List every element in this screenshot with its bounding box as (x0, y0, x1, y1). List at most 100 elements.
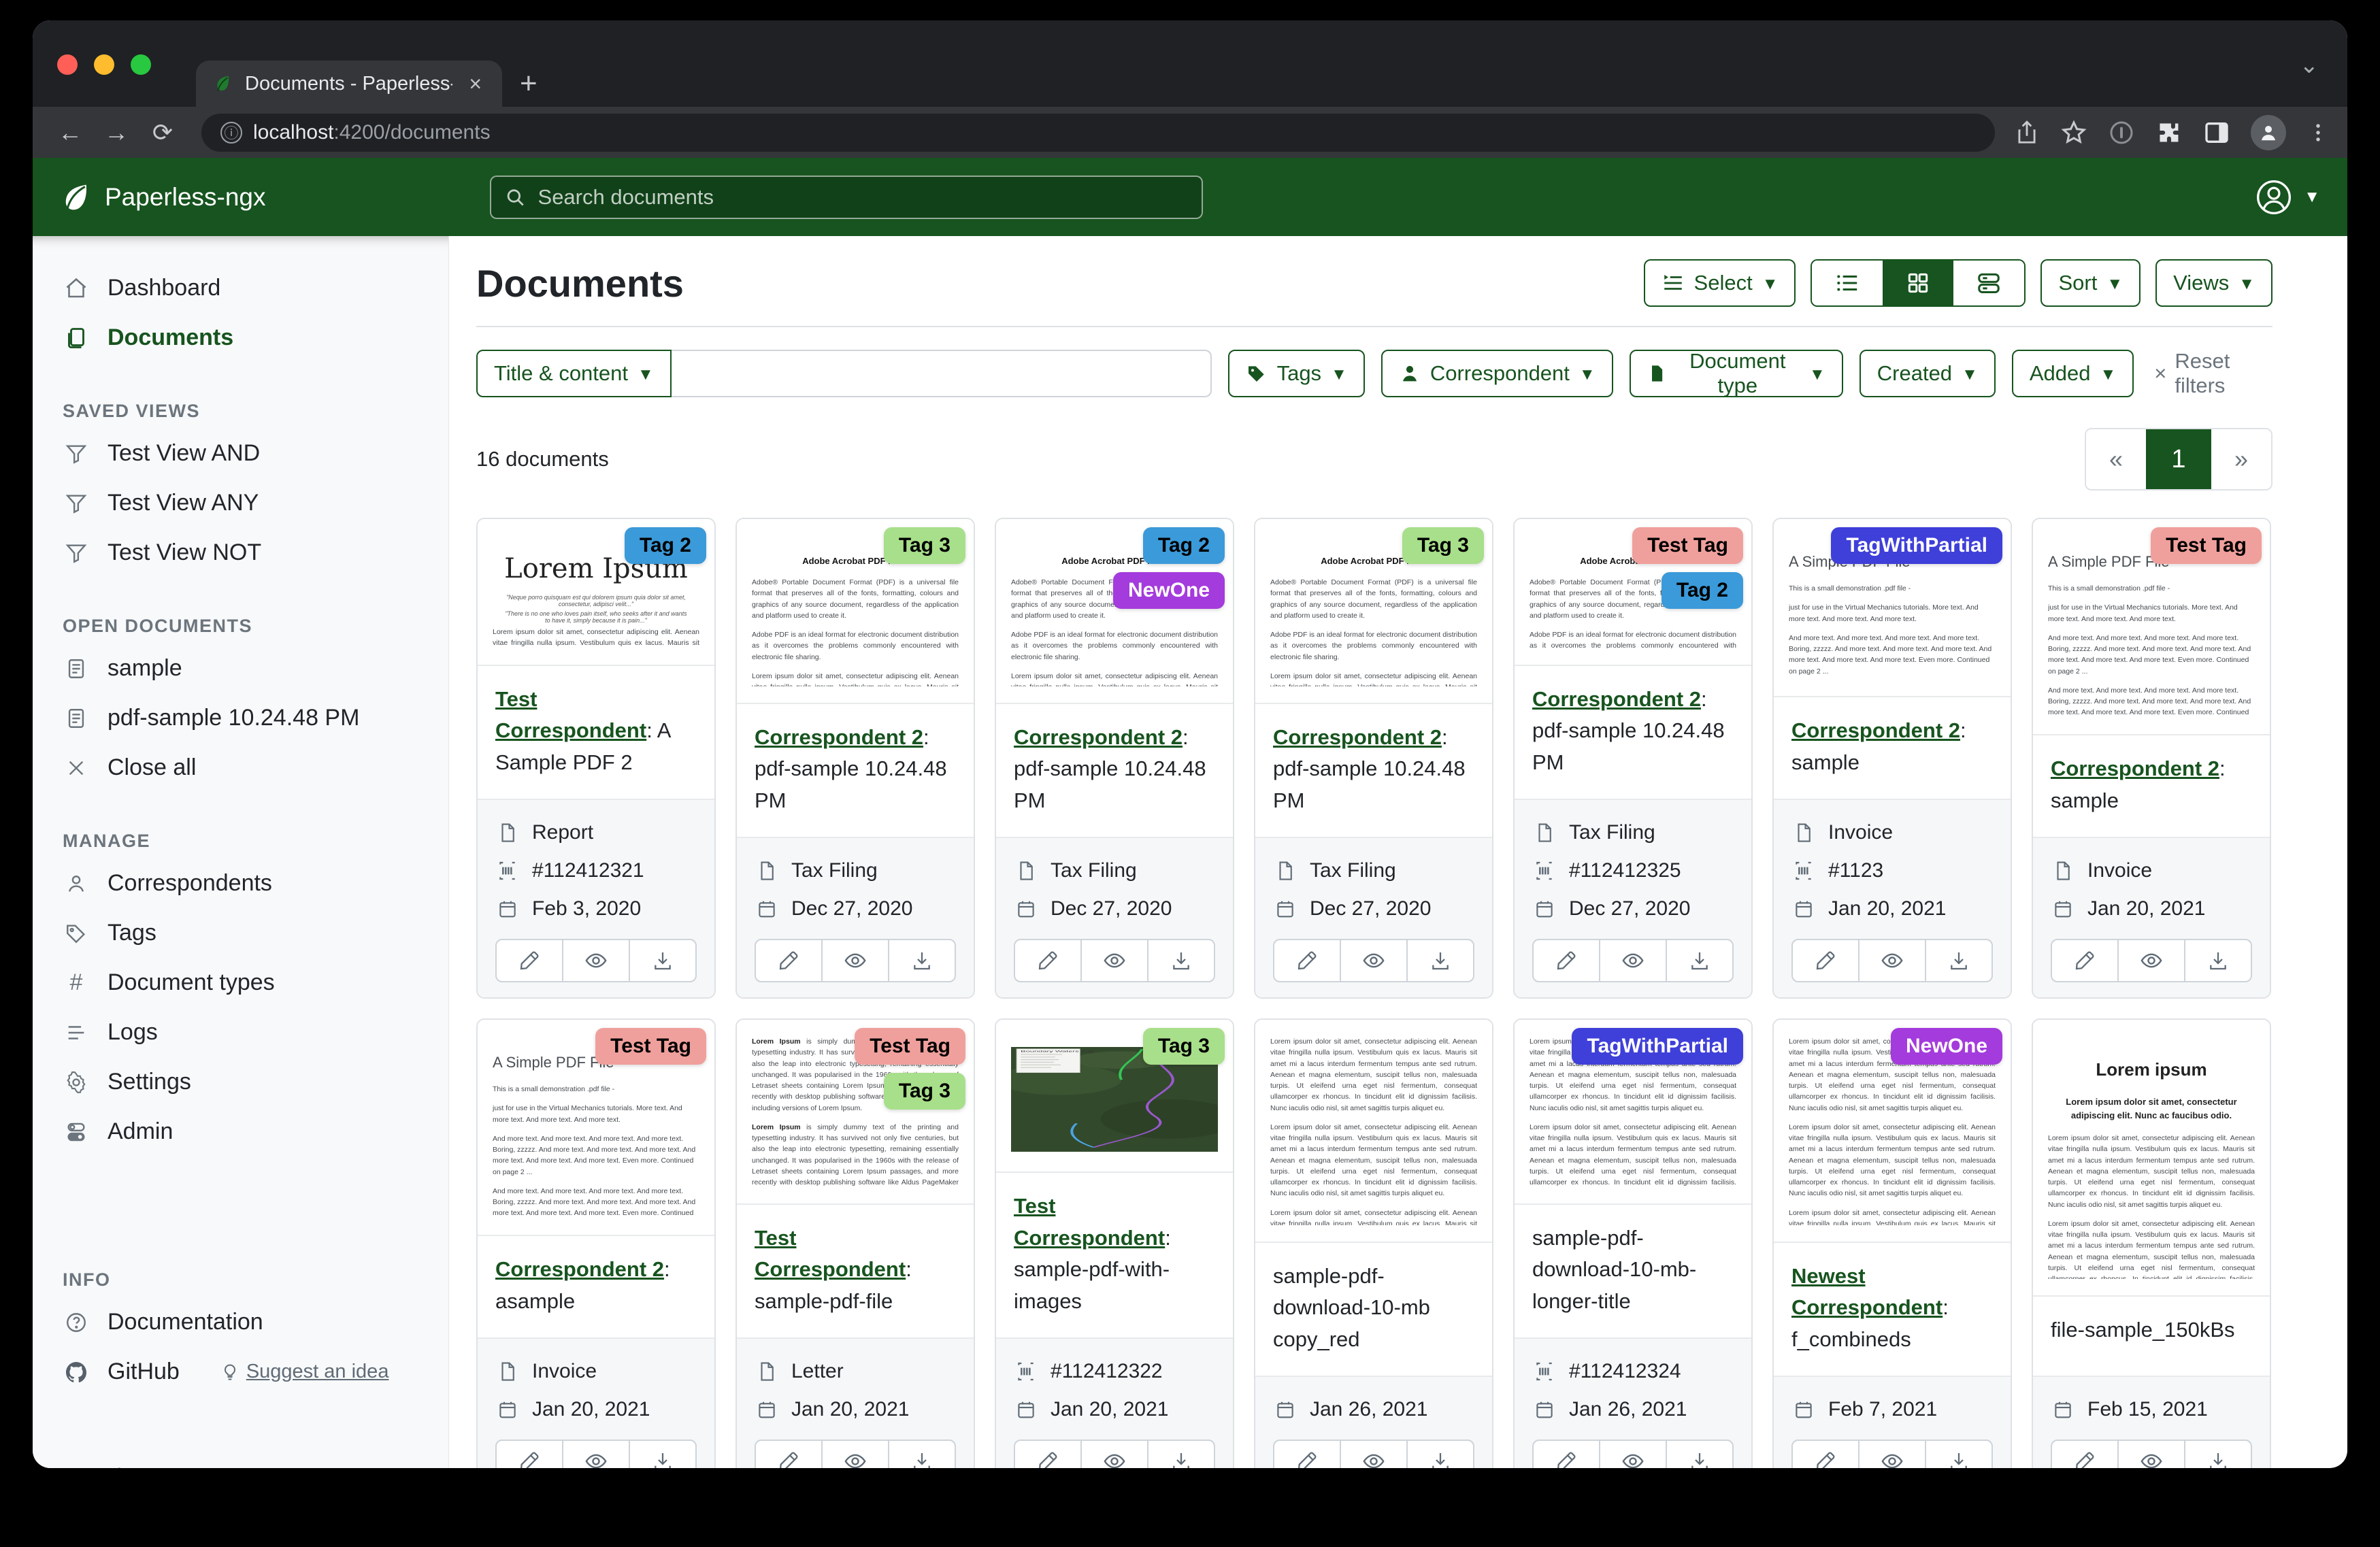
edit-button[interactable] (1015, 940, 1082, 981)
sidebar-item-admin[interactable]: Admin (33, 1107, 448, 1157)
document-type-filter-button[interactable]: Document type▼ (1630, 350, 1843, 397)
tag-badge[interactable]: Tag 2 (1662, 572, 1743, 609)
select-button[interactable]: Select▼ (1644, 259, 1796, 307)
document-card[interactable]: Tag 2 Lorem Ipsum"Neque porro quisquam e… (476, 518, 716, 999)
close-window-button[interactable] (57, 54, 78, 75)
reload-button[interactable]: ⟳ (143, 118, 182, 147)
sidebar-close-all[interactable]: Close all (33, 743, 448, 793)
password-manager-icon[interactable] (2108, 119, 2135, 146)
tag-badge[interactable]: Tag 3 (1402, 527, 1484, 564)
browser-menu-kebab-icon[interactable] (2307, 121, 2330, 144)
view-button[interactable] (2119, 1441, 2185, 1468)
site-info-icon[interactable]: ⓘ (220, 122, 242, 144)
document-card[interactable]: Lorem ipsumLorem ipsum dolor sit amet, c… (2032, 1018, 2271, 1468)
pagination-prev-button[interactable]: « (2086, 429, 2146, 489)
filter-text-input[interactable] (672, 350, 1212, 397)
tag-badge[interactable]: Test Tag (2151, 527, 2262, 564)
tags-filter-button[interactable]: Tags▼ (1228, 350, 1365, 397)
edit-button[interactable] (1015, 1441, 1082, 1468)
suggest-an-idea-link[interactable]: Suggest an idea (220, 1361, 389, 1383)
added-filter-button[interactable]: Added▼ (2012, 350, 2134, 397)
sidebar-item-test-view-and[interactable]: Test View AND (33, 429, 448, 478)
document-card[interactable]: Tag 3 Adobe Acrobat PDF FilesAdobe® Port… (736, 518, 975, 999)
correspondent-link[interactable]: Newest Correspondent (1791, 1264, 1943, 1320)
download-button[interactable] (1926, 1441, 1991, 1468)
download-button[interactable] (1148, 1441, 1214, 1468)
correspondent-link[interactable]: Correspondent 2 (1273, 725, 1442, 749)
brand[interactable]: Paperless-ngx (33, 182, 449, 212)
view-button[interactable] (1341, 1441, 1408, 1468)
edit-button[interactable] (2052, 1441, 2119, 1468)
view-button[interactable] (1082, 1441, 1148, 1468)
correspondent-link[interactable]: Correspondent 2 (2051, 756, 2219, 780)
tab-search-chevron-icon[interactable]: ⌄ (2300, 52, 2319, 79)
edit-button[interactable] (1274, 1441, 1341, 1468)
sidebar-item-logs[interactable]: Logs (33, 1008, 448, 1057)
created-filter-button[interactable]: Created▼ (1860, 350, 1996, 397)
view-button[interactable] (823, 940, 889, 981)
correspondent-link[interactable]: Correspondent 2 (1014, 725, 1183, 749)
view-button[interactable] (823, 1441, 889, 1468)
view-button[interactable] (1082, 940, 1148, 981)
tag-badge[interactable]: Tag 2 (1143, 527, 1225, 564)
tag-badge[interactable]: Tag 3 (1143, 1028, 1225, 1065)
correspondent-link[interactable]: Correspondent 2 (495, 1257, 664, 1281)
download-button[interactable] (889, 1441, 955, 1468)
edit-button[interactable] (1793, 1441, 1860, 1468)
sidebar-item-document-types[interactable]: # Document types (33, 958, 448, 1008)
view-cards-button[interactable] (1953, 261, 2024, 305)
tab-close-icon[interactable]: × (465, 71, 486, 97)
tag-badge[interactable]: Tag 2 (625, 527, 706, 564)
download-button[interactable] (1148, 940, 1214, 981)
search-input[interactable] (537, 184, 1188, 210)
download-button[interactable] (1926, 940, 1991, 981)
view-button[interactable] (2119, 940, 2185, 981)
edit-button[interactable] (1534, 940, 1600, 981)
edit-button[interactable] (1534, 1441, 1600, 1468)
edit-button[interactable] (497, 1441, 563, 1468)
view-list-button[interactable] (1812, 261, 1883, 305)
download-button[interactable] (630, 940, 695, 981)
sidebar-item-dashboard[interactable]: Dashboard (33, 263, 448, 313)
new-tab-button[interactable]: + (520, 70, 538, 97)
sidebar-item-documents[interactable]: Documents (33, 313, 448, 363)
view-button[interactable] (563, 1441, 630, 1468)
document-thumbnail[interactable]: Lorem ipsum dolor sit amet, consectetur … (1255, 1020, 1492, 1242)
download-button[interactable] (2185, 1441, 2251, 1468)
views-button[interactable]: Views▼ (2155, 259, 2272, 307)
view-button[interactable] (563, 940, 630, 981)
view-button[interactable] (1860, 940, 1926, 981)
correspondent-link[interactable]: Correspondent 2 (1791, 718, 1960, 742)
edit-button[interactable] (497, 940, 563, 981)
sidebar-item-test-view-not[interactable]: Test View NOT (33, 528, 448, 578)
document-card[interactable]: Tag 2NewOne Adobe Acrobat PDF FilesAdobe… (995, 518, 1234, 999)
tag-badge[interactable]: Test Tag (1632, 527, 1743, 564)
browser-profile-avatar[interactable] (2251, 115, 2286, 150)
document-thumbnail[interactable]: Lorem ipsumLorem ipsum dolor sit amet, c… (2033, 1020, 2270, 1295)
document-card[interactable]: TagWithPartial Lorem ipsum dolor sit ame… (1513, 1018, 1753, 1468)
view-grid-button[interactable] (1883, 261, 1953, 305)
download-button[interactable] (1667, 940, 1732, 981)
view-button[interactable] (1860, 1441, 1926, 1468)
download-button[interactable] (630, 1441, 695, 1468)
download-button[interactable] (2185, 940, 2251, 981)
document-card[interactable]: Tag 3 Adobe Acrobat PDF FilesAdobe® Port… (1254, 518, 1493, 999)
view-button[interactable] (1600, 1441, 1667, 1468)
document-card[interactable]: Test TagTag 2 Adobe Acrobat PDF FilesAdo… (1513, 518, 1753, 999)
sidebar-open-doc-sample[interactable]: sample (33, 644, 448, 693)
tag-badge[interactable]: NewOne (1891, 1028, 2002, 1065)
edit-button[interactable] (756, 940, 823, 981)
sidebar-item-documentation[interactable]: Documentation (33, 1297, 448, 1347)
view-button[interactable] (1600, 940, 1667, 981)
global-search[interactable] (490, 176, 1203, 219)
correspondent-link[interactable]: Correspondent 2 (755, 725, 923, 749)
side-panel-icon[interactable] (2203, 119, 2230, 146)
correspondent-filter-button[interactable]: Correspondent▼ (1381, 350, 1613, 397)
edit-button[interactable] (2052, 940, 2119, 981)
tag-badge[interactable]: Test Tag (595, 1028, 706, 1065)
user-menu[interactable]: ▼ (2255, 178, 2320, 216)
document-card[interactable]: Test Tag A Simple PDF FileThis is a smal… (476, 1018, 716, 1468)
sidebar-item-test-view-any[interactable]: Test View ANY (33, 478, 448, 528)
share-icon[interactable] (2014, 120, 2040, 146)
sidebar-item-github[interactable]: GitHub Suggest an idea (33, 1347, 448, 1397)
